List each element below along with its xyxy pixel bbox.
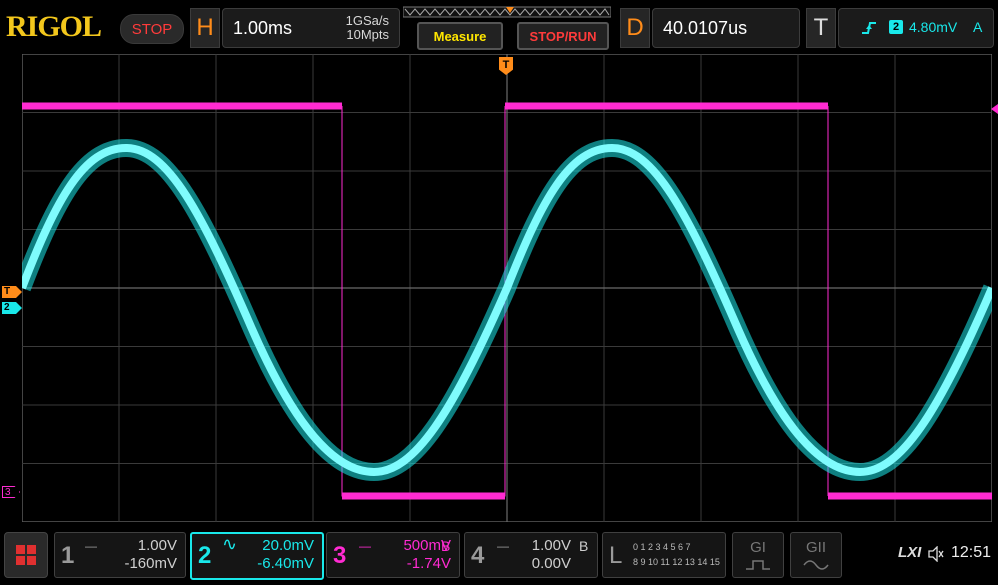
channel-2-panel[interactable]: 2 ∿ 20.0mV -6.40mV [190, 532, 324, 580]
channel-3-number: 3 [333, 542, 347, 569]
channel-1-scale: 1.00V [137, 537, 177, 554]
ch2-offset-marker[interactable]: 2 [2, 302, 22, 314]
channel-1-number: 1 [61, 542, 75, 569]
measure-button[interactable]: Measure [417, 22, 503, 50]
sine-wave-icon [803, 560, 829, 570]
horizontal-panel[interactable]: 1.00ms 1GSa/s 10Mpts [222, 8, 400, 48]
generator-1-label: GI [750, 539, 766, 556]
dc-coupling-icon: — [359, 539, 371, 553]
speaker-muted-icon[interactable] [928, 546, 944, 562]
channel-1-offset: -160mV [124, 555, 177, 572]
trigger-source-badge: 2 [889, 20, 903, 34]
clock: 12:51 [951, 544, 992, 561]
horizontal-menu-button[interactable]: H [190, 8, 220, 48]
trigger-panel[interactable]: 2 4.80mV A [838, 8, 994, 48]
stop-run-button[interactable]: STOP/RUN [517, 22, 609, 50]
channel-4-offset: 0.00V [531, 555, 571, 572]
generator-2-panel[interactable]: GII [790, 532, 842, 578]
run-state-badge[interactable]: STOP [120, 14, 184, 44]
memory-position-bar[interactable] [403, 5, 611, 19]
delay-panel[interactable]: 40.0107us [652, 8, 800, 48]
timebase-value: 1.00ms [233, 18, 293, 38]
channel-4-bandwidth-limit: B [579, 538, 589, 554]
trigger-mode: A [973, 19, 983, 35]
logic-channels-row-2: 8 9 10 11 12 13 14 15 [633, 557, 720, 567]
channel-2-scale: 20.0mV [262, 537, 314, 554]
channel-3-panel[interactable]: 3 — B 500mV -1.74V [326, 532, 460, 578]
brand-logo: RIGOL [6, 10, 102, 43]
channel-2-offset: -6.40mV [257, 555, 314, 572]
ch3-offset-marker[interactable]: 3 [2, 486, 20, 498]
ch3-right-marker [991, 104, 998, 114]
channel-3-scale: 500mV [403, 537, 451, 554]
main-menu-button[interactable] [4, 532, 48, 578]
ac-coupling-icon: ∿ [222, 534, 238, 554]
lxi-icon: LXI [898, 544, 922, 561]
logic-analyzer-panel[interactable]: L 0 1 2 3 4 5 6 7 8 9 10 11 12 13 14 15 [602, 532, 726, 578]
sample-rate: 1GSa/s [345, 13, 389, 28]
menu-grid-icon [16, 545, 36, 565]
generator-2-label: GII [805, 539, 826, 556]
channel-1-panel[interactable]: 1 — 1.00V -160mV [54, 532, 186, 578]
waveform-display[interactable] [22, 54, 992, 522]
dc-coupling-icon: — [85, 539, 97, 553]
channel-4-number: 4 [471, 542, 485, 569]
dc-coupling-icon: — [497, 539, 509, 553]
rising-edge-icon [862, 22, 876, 34]
logic-channels-row-1: 0 1 2 3 4 5 6 7 [633, 542, 691, 552]
trigger-level-marker[interactable]: T [2, 286, 22, 298]
logic-letter: L [609, 542, 623, 569]
channel-4-panel[interactable]: 4 — B 1.00V 0.00V [464, 532, 598, 578]
memory-depth: 10Mpts [346, 27, 389, 42]
channel-3-offset: -1.74V [406, 555, 451, 572]
channel-4-scale: 1.00V [531, 537, 571, 554]
delay-menu-button[interactable]: D [620, 8, 650, 48]
square-wave-icon [746, 560, 770, 570]
delay-value: 40.0107us [663, 18, 748, 38]
trigger-level: 4.80mV [909, 19, 958, 35]
generator-1-panel[interactable]: GI [732, 532, 784, 578]
trigger-menu-button[interactable]: T [806, 8, 836, 48]
channel-2-number: 2 [198, 542, 212, 569]
